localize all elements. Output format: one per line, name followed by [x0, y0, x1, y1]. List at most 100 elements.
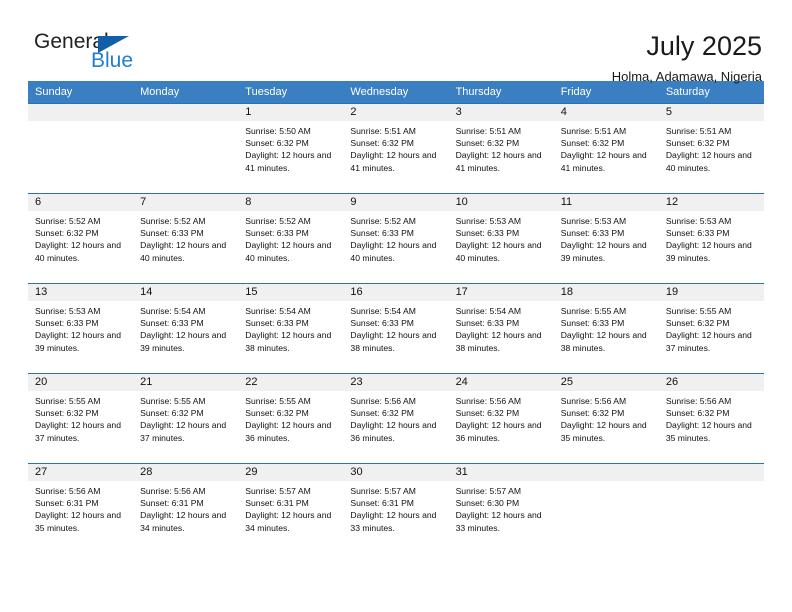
day-sun-info: Sunrise: 5:50 AM Sunset: 6:32 PM Daylight:… — [238, 121, 343, 174]
calendar-cell-day-26[interactable]: 26 Sunrise: 5:56 AM Sunset: 6:32 PM Dayligh… — [658, 373, 764, 464]
daylight-text: Daylight: 12 hours and 39 minutes. — [665, 240, 752, 263]
calendar-cell-day-24[interactable]: 24 Sunrise: 5:56 AM Sunset: 6:32 PM Dayligh… — [448, 373, 554, 464]
sunset-text: Sunset: 6:32 PM — [665, 318, 730, 329]
calendar-cell-day-17[interactable]: 17 Sunrise: 5:54 AM Sunset: 6:33 PM Dayligh… — [448, 283, 554, 374]
sunrise-text: Sunrise: 5:54 AM — [350, 306, 416, 316]
daylight-text: Daylight: 12 hours and 34 minutes. — [245, 510, 332, 533]
calendar-cell-day-28[interactable]: 28 Sunrise: 5:56 AM Sunset: 6:31 PM Dayligh… — [133, 463, 239, 554]
sunset-text: Sunset: 6:33 PM — [350, 228, 414, 239]
sunset-text: Sunset: 6:32 PM — [350, 408, 414, 419]
day-sun-info: Sunrise: 5:52 AM Sunset: 6:33 PM Daylight:… — [133, 211, 238, 264]
daylight-text: Daylight: 12 hours and 41 minutes. — [245, 150, 332, 173]
daylight-text: Daylight: 12 hours and 38 minutes. — [560, 330, 647, 353]
sunset-text: Sunset: 6:32 PM — [245, 408, 309, 419]
day-sun-info: Sunrise: 5:55 AM Sunset: 6:32 PM Daylight:… — [238, 391, 343, 444]
logo-text-blue: Blue — [91, 49, 134, 72]
calendar-cell-empty — [133, 103, 239, 194]
daylight-text: Daylight: 12 hours and 40 minutes. — [140, 240, 227, 263]
daylight-text: Daylight: 12 hours and 35 minutes. — [35, 510, 121, 533]
calendar-cell-day-8[interactable]: 8 Sunrise: 5:52 AM Sunset: 6:33 PM Daylight… — [238, 193, 344, 284]
daylight-text: Daylight: 12 hours and 36 minutes. — [455, 420, 542, 443]
day-number: 22 — [238, 374, 344, 391]
day-number: 24 — [448, 374, 554, 391]
day-number: 28 — [133, 464, 239, 481]
calendar-cell-day-18[interactable]: 18 Sunrise: 5:55 AM Sunset: 6:33 PM Dayligh… — [553, 283, 659, 374]
sunrise-text: Sunrise: 5:51 AM — [455, 126, 522, 136]
calendar-cell-day-7[interactable]: 7 Sunrise: 5:52 AM Sunset: 6:33 PM Daylight… — [133, 193, 239, 284]
sunset-text: Sunset: 6:32 PM — [140, 408, 204, 419]
daylight-text: Daylight: 12 hours and 40 minutes. — [455, 240, 542, 263]
calendar-cell-day-6[interactable]: 6 Sunrise: 5:52 AM Sunset: 6:32 PM Daylight… — [28, 193, 134, 284]
sunrise-text: Sunrise: 5:51 AM — [350, 126, 416, 136]
sunset-text: Sunset: 6:32 PM — [245, 138, 309, 149]
day-number — [28, 104, 134, 121]
day-sun-info: Sunrise: 5:56 AM Sunset: 6:32 PM Daylight:… — [554, 391, 659, 444]
sunset-text: Sunset: 6:32 PM — [560, 408, 625, 419]
calendar-cell-day-4[interactable]: 4 Sunrise: 5:51 AM Sunset: 6:32 PM Daylight… — [553, 103, 659, 194]
sunrise-text: Sunrise: 5:53 AM — [455, 216, 522, 226]
general-blue-logo[interactable]: General Blue — [28, 30, 148, 76]
day-sun-info: Sunrise: 5:54 AM Sunset: 6:33 PM Daylight:… — [449, 301, 554, 354]
calendar-cell-day-21[interactable]: 21 Sunrise: 5:55 AM Sunset: 6:32 PM Dayligh… — [133, 373, 239, 464]
calendar-cell-day-3[interactable]: 3 Sunrise: 5:51 AM Sunset: 6:32 PM Daylight… — [448, 103, 554, 194]
sunrise-text: Sunrise: 5:56 AM — [350, 396, 416, 406]
calendar-cell-day-31[interactable]: 31 Sunrise: 5:57 AM Sunset: 6:30 PM Dayligh… — [448, 463, 554, 554]
sunrise-text: Sunrise: 5:51 AM — [560, 126, 627, 136]
day-sun-info: Sunrise: 5:55 AM Sunset: 6:32 PM Daylight:… — [133, 391, 238, 444]
daylight-text: Daylight: 12 hours and 37 minutes. — [665, 330, 752, 353]
day-number: 8 — [238, 194, 344, 211]
daylight-text: Daylight: 12 hours and 36 minutes. — [245, 420, 332, 443]
calendar-cell-day-10[interactable]: 10 Sunrise: 5:53 AM Sunset: 6:33 PM Dayligh… — [448, 193, 554, 284]
calendar-cell-day-22[interactable]: 22 Sunrise: 5:55 AM Sunset: 6:32 PM Dayligh… — [238, 373, 344, 464]
sunrise-text: Sunrise: 5:51 AM — [665, 126, 732, 136]
calendar-cell-day-1[interactable]: 1 Sunrise: 5:50 AM Sunset: 6:32 PM Daylight… — [238, 103, 344, 194]
day-number: 12 — [658, 194, 764, 211]
day-number: 1 — [238, 104, 344, 121]
calendar-week-row: 13 Sunrise: 5:53 AM Sunset: 6:33 PM Dayligh… — [28, 283, 764, 374]
calendar-cell-day-19[interactable]: 19 Sunrise: 5:55 AM Sunset: 6:32 PM Dayligh… — [658, 283, 764, 374]
day-number: 17 — [448, 284, 554, 301]
day-number: 19 — [658, 284, 764, 301]
calendar-week-row: 20 Sunrise: 5:55 AM Sunset: 6:32 PM Dayligh… — [28, 373, 764, 464]
calendar-cell-day-27[interactable]: 27 Sunrise: 5:56 AM Sunset: 6:31 PM Dayligh… — [28, 463, 134, 554]
title-block: July 2025 Holma, Adamawa, Nigeria — [612, 30, 764, 87]
calendar-cell-day-5[interactable]: 5 Sunrise: 5:51 AM Sunset: 6:32 PM Daylight… — [658, 103, 764, 194]
day-number: 16 — [343, 284, 449, 301]
day-sun-info: Sunrise: 5:56 AM Sunset: 6:31 PM Daylight:… — [28, 481, 133, 534]
sunset-text: Sunset: 6:33 PM — [560, 318, 625, 329]
calendar-cell-day-15[interactable]: 15 Sunrise: 5:54 AM Sunset: 6:33 PM Dayligh… — [238, 283, 344, 374]
sunrise-text: Sunrise: 5:54 AM — [140, 306, 206, 316]
sunrise-text: Sunrise: 5:55 AM — [140, 396, 206, 406]
sunset-text: Sunset: 6:31 PM — [35, 498, 99, 509]
calendar-cell-day-30[interactable]: 30 Sunrise: 5:57 AM Sunset: 6:31 PM Dayligh… — [343, 463, 449, 554]
sunrise-text: Sunrise: 5:57 AM — [455, 486, 522, 496]
calendar-cell-day-25[interactable]: 25 Sunrise: 5:56 AM Sunset: 6:32 PM Dayligh… — [553, 373, 659, 464]
calendar-cell-day-11[interactable]: 11 Sunrise: 5:53 AM Sunset: 6:33 PM Dayligh… — [553, 193, 659, 284]
day-sun-info: Sunrise: 5:52 AM Sunset: 6:33 PM Daylight:… — [343, 211, 448, 264]
calendar-cell-day-20[interactable]: 20 Sunrise: 5:55 AM Sunset: 6:32 PM Dayligh… — [28, 373, 134, 464]
calendar-cell-day-12[interactable]: 12 Sunrise: 5:53 AM Sunset: 6:33 PM Dayligh… — [658, 193, 764, 284]
day-number: 6 — [28, 194, 134, 211]
sunset-text: Sunset: 6:33 PM — [455, 228, 520, 239]
day-number: 11 — [553, 194, 659, 211]
calendar-cell-day-29[interactable]: 29 Sunrise: 5:57 AM Sunset: 6:31 PM Dayligh… — [238, 463, 344, 554]
calendar-cell-day-9[interactable]: 9 Sunrise: 5:52 AM Sunset: 6:33 PM Daylight… — [343, 193, 449, 284]
calendar-cell-day-2[interactable]: 2 Sunrise: 5:51 AM Sunset: 6:32 PM Daylight… — [343, 103, 449, 194]
day-number: 18 — [553, 284, 659, 301]
day-number: 2 — [343, 104, 449, 121]
day-number: 21 — [133, 374, 239, 391]
calendar-body: 1 Sunrise: 5:50 AM Sunset: 6:32 PM Daylight… — [28, 103, 764, 554]
calendar-cell-day-23[interactable]: 23 Sunrise: 5:56 AM Sunset: 6:32 PM Dayligh… — [343, 373, 449, 464]
sunrise-text: Sunrise: 5:53 AM — [560, 216, 627, 226]
sunrise-text: Sunrise: 5:56 AM — [560, 396, 627, 406]
daylight-text: Daylight: 12 hours and 33 minutes. — [350, 510, 437, 533]
weekday-header-thursday: Thursday — [448, 81, 554, 104]
calendar-cell-day-14[interactable]: 14 Sunrise: 5:54 AM Sunset: 6:33 PM Dayligh… — [133, 283, 239, 374]
sunset-text: Sunset: 6:32 PM — [455, 138, 520, 149]
calendar-cell-day-16[interactable]: 16 Sunrise: 5:54 AM Sunset: 6:33 PM Dayligh… — [343, 283, 449, 374]
daylight-text: Daylight: 12 hours and 40 minutes. — [665, 150, 752, 173]
day-sun-info: Sunrise: 5:57 AM Sunset: 6:31 PM Daylight:… — [343, 481, 448, 534]
calendar-cell-day-13[interactable]: 13 Sunrise: 5:53 AM Sunset: 6:33 PM Dayligh… — [28, 283, 134, 374]
day-number: 15 — [238, 284, 344, 301]
daylight-text: Daylight: 12 hours and 34 minutes. — [140, 510, 227, 533]
